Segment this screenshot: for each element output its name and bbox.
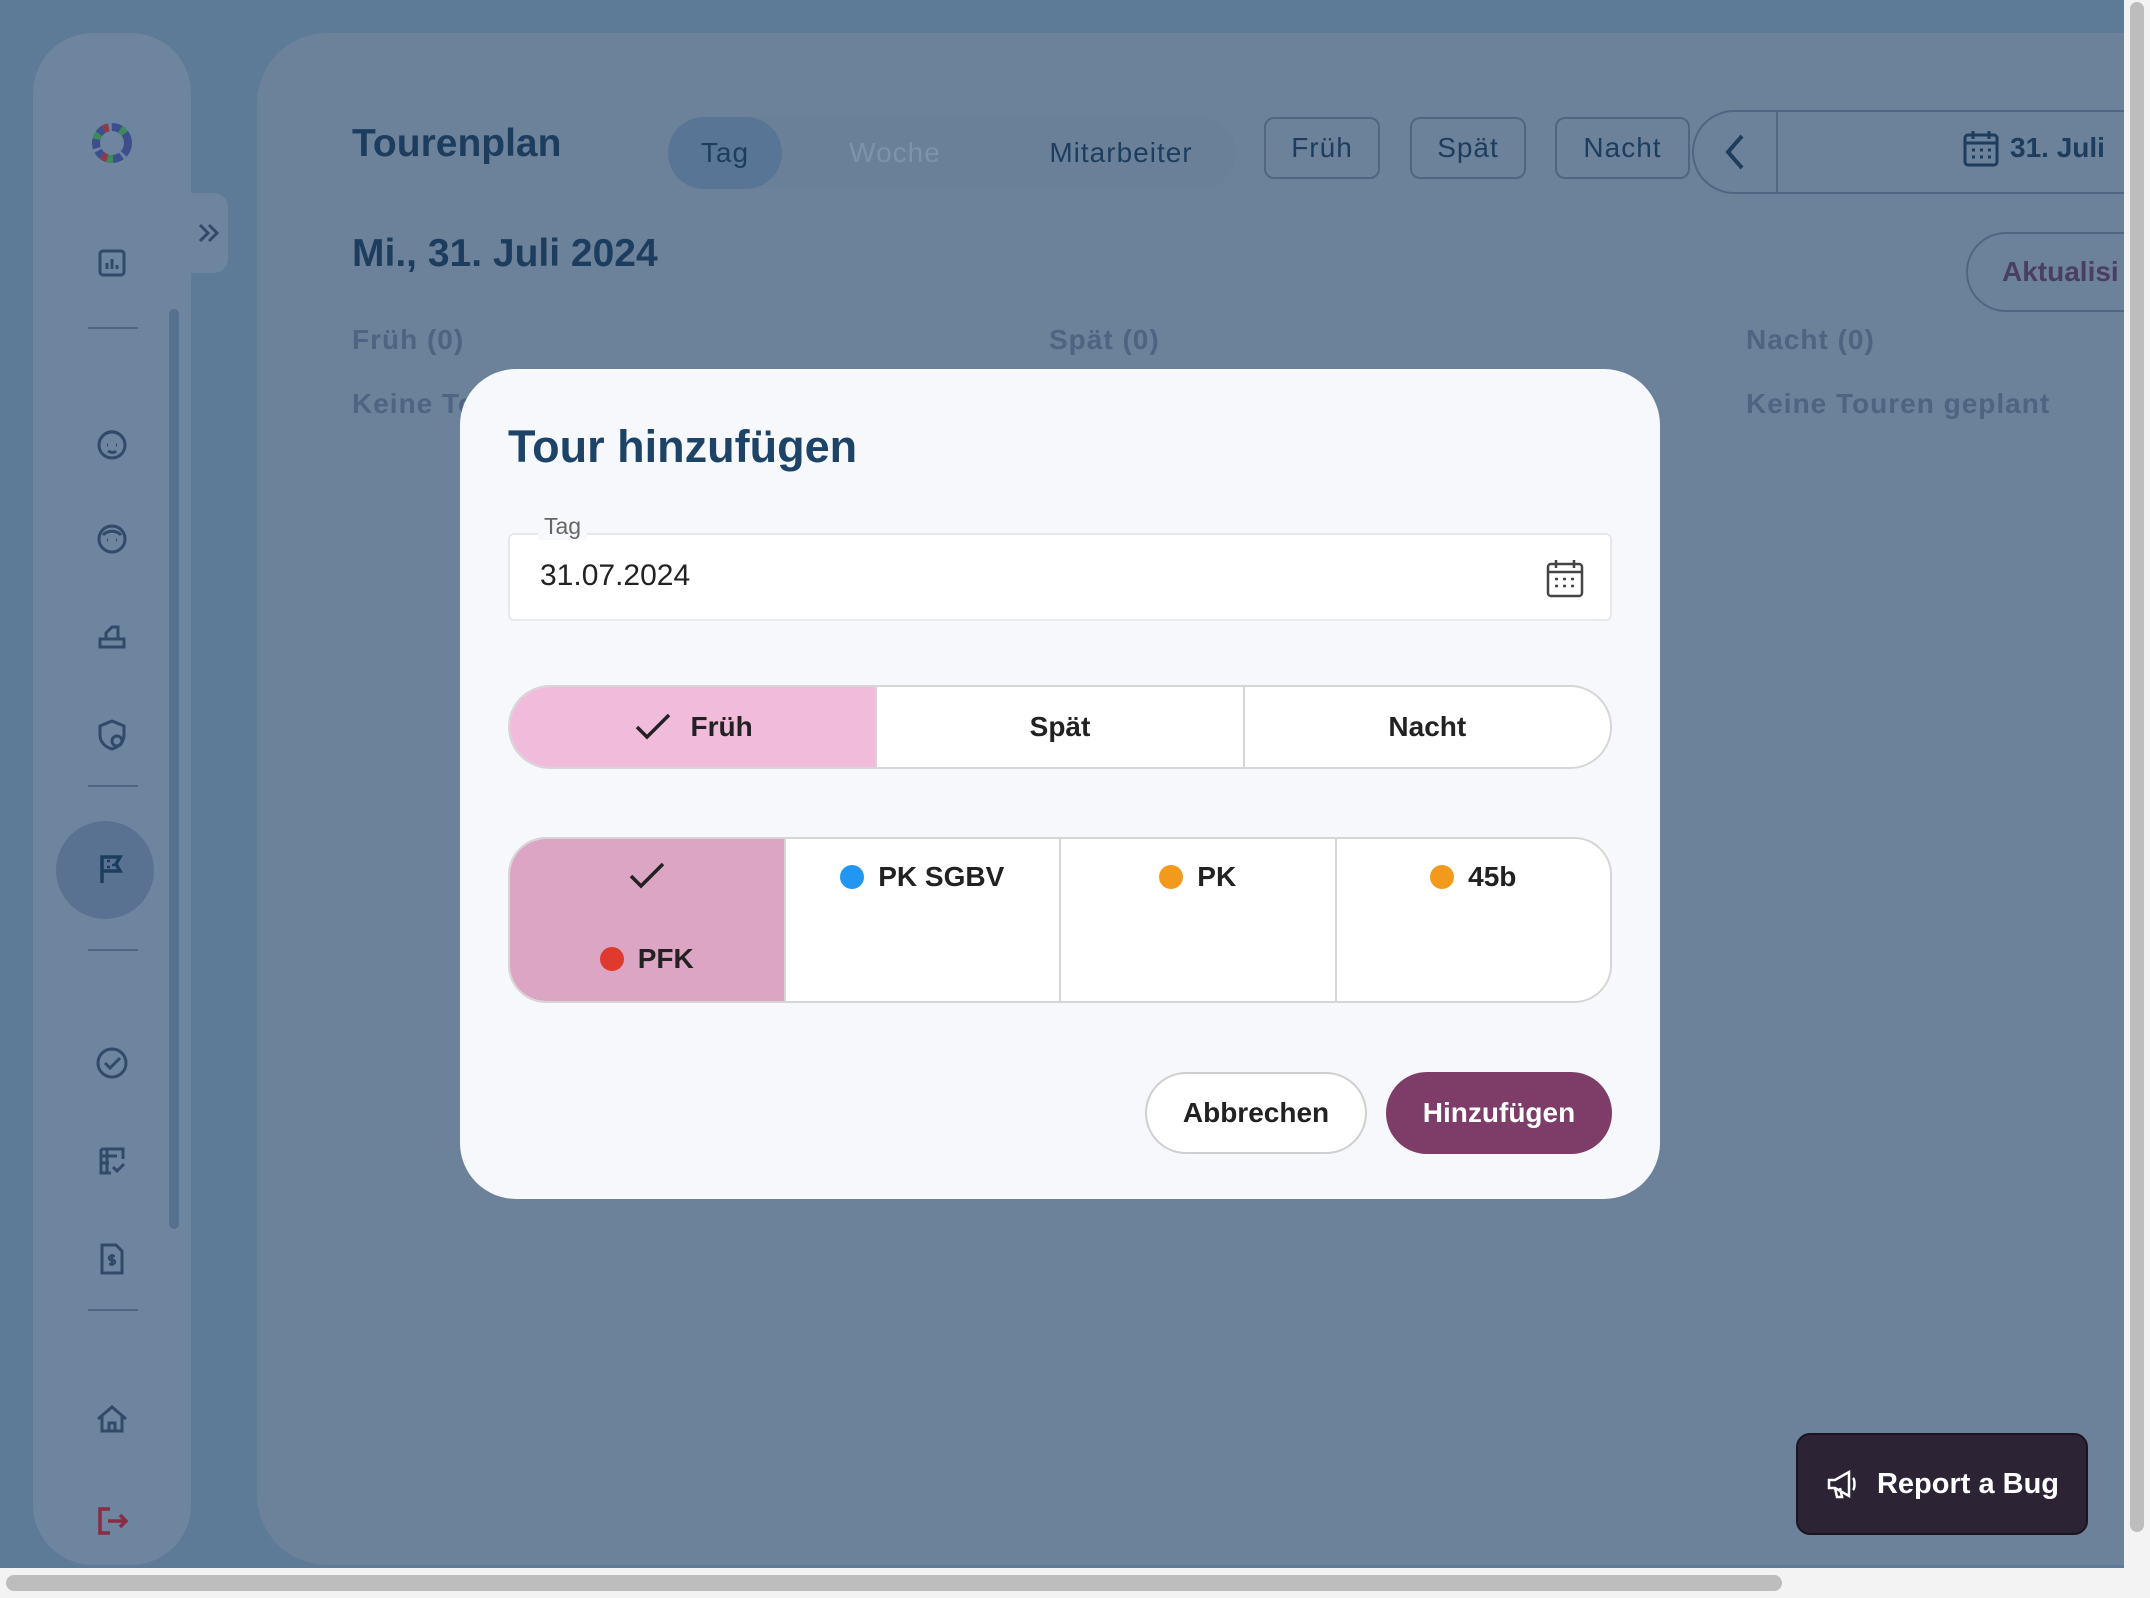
shift-option-label: Früh [690,711,753,742]
type-option-45b[interactable]: 45b [1336,839,1610,1001]
sidebar-divider [88,785,138,787]
sidebar [33,33,191,1565]
type-option-pk[interactable]: PK [1061,839,1337,1001]
filter-nacht-button[interactable]: Nacht [1555,117,1690,179]
filter-frueh-button[interactable]: Früh [1264,117,1380,179]
logo-icon [92,123,132,163]
checkmark-icon [635,713,670,740]
page-title: Tourenplan [352,122,562,165]
type-option-pfk[interactable]: PFK [510,839,786,1001]
date-field[interactable]: Tag 31.07.2024 [508,513,1612,621]
date-navigator: 31. Juli [1692,110,2124,194]
orange-dot-icon [1159,865,1184,889]
tour-type-selector: PFK PK SGBV PK 45b [508,837,1612,1003]
current-date-label: 31. Juli [2010,132,2105,163]
shift-option-nacht[interactable]: Nacht [1244,687,1610,767]
shift-option-label: Nacht [1388,711,1467,742]
blue-dot-icon [840,865,865,889]
staff-icon[interactable] [33,607,191,667]
cancel-button[interactable]: Abbrechen [1145,1072,1367,1154]
shift-option-frueh[interactable]: Früh [510,687,878,767]
add-button[interactable]: Hinzufügen [1386,1072,1612,1154]
type-option-label: PFK [637,943,694,974]
add-tour-dialog: Tour hinzufügen Tag 31.07.2024 Früh Spät… [460,369,1660,1199]
shift-selector: Früh Spät Nacht [508,685,1612,769]
type-option-label: PK [1197,861,1237,892]
horizontal-scrollbar-thumb[interactable] [6,1575,1782,1591]
invoice-icon[interactable] [33,1229,191,1289]
type-option-pk-sgbv[interactable]: PK SGBV [785,839,1061,1001]
checklist-icon[interactable] [33,1131,191,1191]
tab-mitarbeiter[interactable]: Mitarbeiter [1010,117,1232,189]
logout-icon[interactable] [33,1491,191,1551]
type-option-label: 45b [1468,861,1517,892]
red-dot-icon [599,947,624,971]
refresh-button[interactable]: Aktualisi [1966,232,2124,312]
shift-option-spaet[interactable]: Spät [877,687,1245,767]
date-field-value[interactable]: 31.07.2024 [540,559,690,593]
calendar-picker-icon[interactable] [1542,555,1588,601]
logo[interactable] [33,113,191,173]
calendar-icon [1963,131,1999,167]
tab-woche[interactable]: Woche [800,117,990,189]
dialog-title: Tour hinzufügen [508,421,858,472]
report-bug-label: Report a Bug [1876,1467,2060,1500]
column-heading-nacht: Nacht (0) [1746,324,1875,355]
check-icon[interactable] [33,1033,191,1093]
column-empty-nacht: Keine Touren geplant [1746,388,2051,419]
sidebar-divider [88,949,138,951]
insurance-icon[interactable] [33,705,191,765]
previous-day-button[interactable] [1694,112,1778,192]
date-heading: Mi., 31. Juli 2024 [352,232,658,275]
current-date-button[interactable]: 31. Juli [1962,128,2105,168]
column-empty-frueh: Keine To [352,388,477,419]
filter-spaet-button[interactable]: Spät [1410,117,1526,179]
client-alt-icon[interactable] [33,509,191,569]
vertical-scrollbar-thumb[interactable] [2130,2,2144,1532]
chevron-left-icon [1725,134,1744,170]
report-bug-button[interactable]: Report a Bug [1796,1433,2088,1535]
sidebar-divider [88,1309,138,1311]
orange-dot-icon [1430,865,1455,889]
dashboard-icon[interactable] [33,233,191,293]
sidebar-expand-button[interactable] [190,193,228,273]
megaphone-icon [1827,1469,1856,1499]
column-heading-frueh: Früh (0) [352,324,465,355]
date-field-label: Tag [538,513,588,540]
checkmark-icon [629,862,664,889]
client-icon[interactable] [33,413,191,473]
home-icon[interactable] [33,1389,191,1449]
sidebar-divider [88,327,138,329]
app-viewport: Tourenplan Tag Woche Mitarbeiter Früh Sp… [0,0,2124,1568]
tab-tag[interactable]: Tag [668,117,782,189]
double-chevron-right-icon [198,223,220,243]
column-heading-spaet: Spät (0) [1049,324,1160,355]
shift-option-label: Spät [1029,711,1091,742]
tour-flag-icon[interactable] [33,839,191,899]
type-option-label: PK SGBV [878,861,1005,892]
